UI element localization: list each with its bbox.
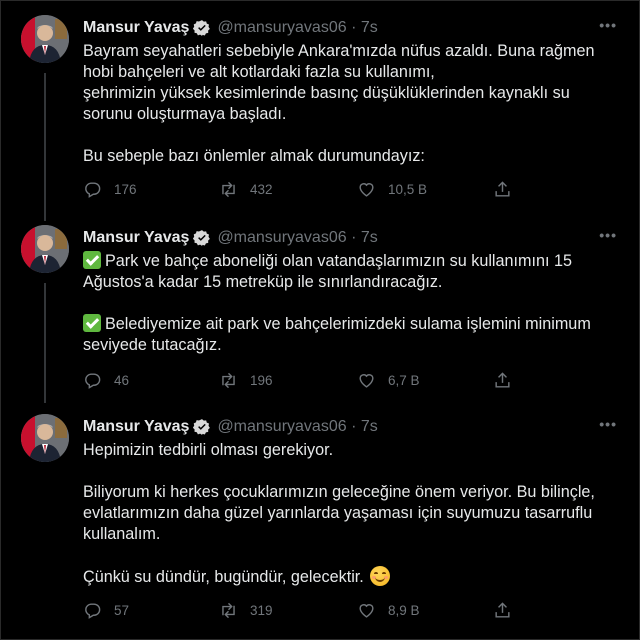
retweet-icon [222,372,235,389]
author-handle[interactable]: @mansuryavas06 · 7s [217,19,377,37]
verified-badge-icon [193,20,211,36]
tweet-text: Hepimizin tedbirli olması gerekiyor. Bil… [83,440,623,588]
tweet[interactable]: Mansur Yavaş @mansuryavas06 · 7s ••• Bay… [1,15,640,215]
more-icon[interactable]: ••• [599,17,617,33]
reply-count: 46 [114,373,130,388]
tweet-header: Mansur Yavaş @mansuryavas06 · 7s [83,227,378,249]
tweet-actions: 46 196 6,7 B [83,371,543,391]
text-line: seviyede tutacağız. [83,336,222,354]
text-line: Biliyorum ki herkes çocuklarımızın gelec… [83,483,595,501]
retweet-button[interactable]: 432 [219,180,273,199]
like-button[interactable]: 10,5 B [357,180,427,199]
tweet-text: Bayram seyahatleri sebebiyle Ankara'mızd… [83,41,623,167]
reply-icon [85,603,101,619]
reply-icon [85,373,101,389]
tweet[interactable]: Mansur Yavaş @mansuryavas06 · 7s ••• Par… [1,225,640,400]
text-line: Çünkü su dündür, bugündür, gelecektir. [83,566,623,588]
like-icon [359,183,374,197]
more-icon[interactable]: ••• [599,416,617,432]
reply-button[interactable]: 46 [83,371,129,390]
more-icon[interactable]: ••• [599,227,617,243]
author-name[interactable]: Mansur Yavaş [83,418,189,436]
text-line: sorunu oluşturmaya başladı. [83,105,287,123]
retweet-button[interactable]: 319 [219,601,273,620]
like-button[interactable]: 6,7 B [357,371,420,390]
author-handle[interactable]: @mansuryavas06 · 7s [217,229,377,247]
text-line-content: Çünkü su dündür, bugündür, gelecektir. [83,568,364,586]
retweet-count: 196 [250,373,273,388]
share-icon [495,372,510,388]
text-line: evlatlarımızın daha güzel yarınlarda yaş… [83,504,593,522]
share-button[interactable] [493,371,512,390]
text-line-content: Park ve bahçe aboneliği olan vatandaşlar… [105,252,573,270]
reply-icon [85,182,101,198]
text-line: kullanalım. [83,525,161,543]
avatar-portrait [21,225,69,273]
tweet-actions: 57 319 8,9 B [83,601,543,621]
like-count: 8,9 B [388,603,420,618]
retweet-count: 432 [250,182,273,197]
like-icon [359,604,374,618]
tweet-actions: 176 432 10,5 B [83,180,543,200]
tweet-thread: Mansur Yavaş @mansuryavas06 · 7s ••• Bay… [0,0,640,640]
reply-count: 57 [114,603,130,618]
verified-badge-icon [193,230,211,246]
verified-badge-icon [193,419,211,435]
share-button[interactable] [493,601,512,620]
check-mark-emoji [83,314,101,332]
retweet-icon [222,181,235,198]
text-line: Hepimizin tedbirli olması gerekiyor. [83,441,334,459]
like-count: 6,7 B [388,373,420,388]
share-button[interactable] [493,180,512,199]
retweet-button[interactable]: 196 [219,371,273,390]
like-count: 10,5 B [388,182,428,197]
share-icon [495,602,510,618]
tweet-header: Mansur Yavaş @mansuryavas06 · 7s [83,416,378,438]
retweet-count: 319 [250,603,273,618]
text-line-content: Belediyemize ait park ve bahçelerimizdek… [105,315,591,333]
author-handle[interactable]: @mansuryavas06 · 7s [217,418,377,436]
reply-button[interactable]: 176 [83,180,137,199]
reply-count: 176 [114,182,137,197]
avatar[interactable] [21,414,69,462]
text-line: Park ve bahçe aboneliği olan vatandaşlar… [83,251,623,272]
avatar-portrait [21,15,69,63]
text-line: şehrimizin yüksek kesimlerinde basınç dü… [83,84,570,102]
like-button[interactable]: 8,9 B [357,601,420,620]
check-mark-emoji [83,251,101,269]
text-line: Ağustos'a kadar 15 metreküp ile sınırlan… [83,273,443,291]
like-icon [359,374,374,388]
reply-button[interactable]: 57 [83,601,129,620]
avatar-portrait [21,414,69,462]
share-icon [495,181,510,197]
text-line: Bu sebeple bazı önlemler almak durumunda… [83,147,425,165]
author-name[interactable]: Mansur Yavaş [83,19,189,37]
tweet[interactable]: Mansur Yavaş @mansuryavas06 · 7s ••• Hep… [1,414,640,629]
avatar[interactable] [21,225,69,273]
text-line: Belediyemize ait park ve bahçelerimizdek… [83,314,623,335]
author-name[interactable]: Mansur Yavaş [83,229,189,247]
text-line: hobi bahçeleri ve alt kotlardaki fazla s… [83,63,435,81]
tweet-text: Park ve bahçe aboneliği olan vatandaşlar… [83,251,623,356]
smiling-face-emoji [370,566,391,586]
text-line: Bayram seyahatleri sebebiyle Ankara'mızd… [83,42,595,60]
avatar[interactable] [21,15,69,63]
retweet-icon [222,602,235,619]
tweet-header: Mansur Yavaş @mansuryavas06 · 7s [83,17,378,39]
